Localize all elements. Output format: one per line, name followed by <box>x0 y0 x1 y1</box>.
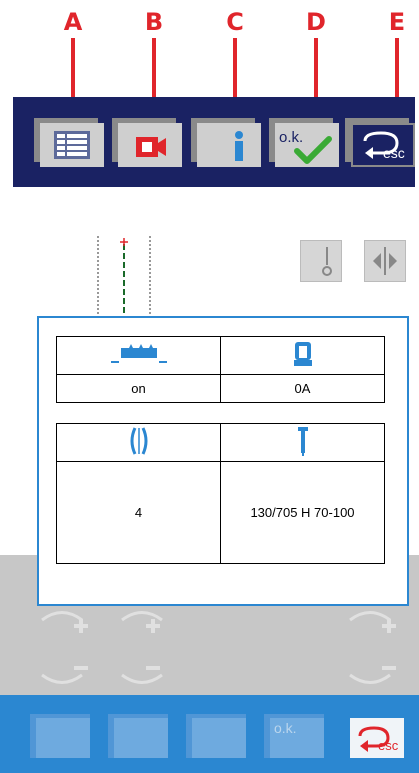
needle-icon <box>297 427 308 456</box>
mirror-icon[interactable] <box>364 240 406 282</box>
needle-value: 130/705 H 70-100 <box>220 461 385 564</box>
mirror-arrows-icon <box>373 247 397 275</box>
info-icon <box>235 131 243 161</box>
bottom-camera-button[interactable] <box>108 714 168 758</box>
bottom-esc-button[interactable]: esc <box>344 714 404 758</box>
stitch-width-cell <box>56 423 221 462</box>
callout-c: C <box>226 8 244 36</box>
info-table-top: on 0A <box>56 336 385 403</box>
stitch-preview <box>97 236 151 316</box>
info-dialog: on 0A 4 130/705 H 70-100 <box>37 316 409 606</box>
feed-dogs-icon <box>110 344 167 363</box>
callout-d: D <box>306 8 326 36</box>
stitch-width-icon <box>130 427 147 455</box>
stitch-length-control[interactable] <box>22 600 182 695</box>
stitch-list-button[interactable] <box>34 118 104 167</box>
callout-e: E <box>388 8 406 36</box>
bottom-info-button[interactable] <box>30 714 90 758</box>
presser-foot-value: 0A <box>220 374 385 403</box>
feed-dogs-value: on <box>56 374 221 403</box>
presser-foot-cell <box>220 336 385 375</box>
esc-button[interactable]: esc <box>345 118 415 167</box>
esc-label: esc <box>383 145 405 161</box>
callout-a: A <box>63 8 83 36</box>
stitch-width-control[interactable] <box>330 600 415 695</box>
info-button[interactable] <box>191 118 261 167</box>
ok-button[interactable]: o.k. <box>269 118 339 167</box>
presser-foot-icon <box>293 342 312 366</box>
needle-position-icon[interactable] <box>300 240 342 282</box>
list-icon <box>54 131 90 159</box>
needle-stop-icon <box>322 247 332 276</box>
ok-check-icon <box>294 136 332 164</box>
bottom-ok-label: o.k. <box>274 720 297 736</box>
needle-cell <box>220 423 385 462</box>
bottom-ok-button[interactable]: o.k. <box>264 714 324 758</box>
info-table-bottom: 4 130/705 H 70-100 <box>56 423 385 564</box>
callout-b: B <box>144 8 164 36</box>
bottom-esc-label: esc <box>378 738 399 753</box>
camera-button[interactable] <box>112 118 182 167</box>
camera-icon <box>136 137 166 157</box>
stitch-width-value: 4 <box>56 461 221 564</box>
feed-dogs-cell <box>56 336 221 375</box>
bottom-machine-button[interactable] <box>186 714 246 758</box>
